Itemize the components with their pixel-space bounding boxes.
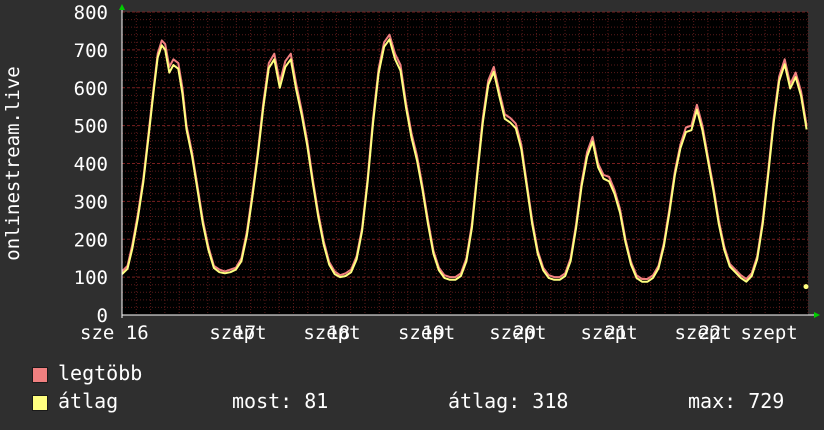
- x-tick-label: 17: [233, 322, 256, 344]
- y-axis-arrow-icon: [119, 4, 125, 10]
- x-tick-label: 19: [422, 322, 445, 344]
- x-tick-label: 22: [698, 322, 721, 344]
- legend-item-max: legtöbb: [32, 361, 812, 390]
- y-tick-label: 400: [74, 154, 108, 176]
- x-tick-label: 20: [513, 322, 536, 344]
- legend: legtöbb átlag most: 81 átlag: 318 max: 7…: [0, 356, 824, 426]
- y-tick-label: 800: [74, 2, 108, 24]
- x-tick-label: sze 16: [80, 322, 149, 344]
- y-axis-label: onlinestream.live: [2, 66, 24, 260]
- series-end-point: [803, 284, 809, 290]
- stat-average: átlag: 318: [448, 389, 569, 413]
- x-tick-labels: sze 16 szept17 szept18 szept19 szept20 szept2…: [80, 322, 798, 344]
- chart-canvas: 0100200300400500600700800 sze 16 szept17 s…: [2, 2, 820, 344]
- y-tick-label: 500: [74, 116, 108, 138]
- legend-label-max: legtöbb: [58, 361, 143, 385]
- legend-label-avg: átlag: [58, 389, 119, 413]
- y-tick-label: 100: [74, 267, 108, 289]
- y-tick-labels: 0100200300400500600700800: [74, 2, 108, 327]
- y-tick-label: 700: [74, 40, 108, 62]
- stat-now: most: 81: [232, 389, 329, 413]
- x-axis-arrow-icon: [814, 312, 820, 318]
- x-tick-label: 18: [327, 322, 350, 344]
- stat-max: max: 729: [688, 389, 785, 413]
- legend-swatch-avg: [32, 395, 48, 411]
- x-tick-label: 21: [604, 322, 627, 344]
- legend-swatch-max: [32, 367, 48, 383]
- x-tick-label: szept: [741, 322, 798, 344]
- y-tick-label: 600: [74, 78, 108, 100]
- y-tick-label: 300: [74, 191, 108, 213]
- legend-item-avg: átlag most: 81 átlag: 318 max: 729: [32, 389, 812, 418]
- y-tick-label: 200: [74, 229, 108, 251]
